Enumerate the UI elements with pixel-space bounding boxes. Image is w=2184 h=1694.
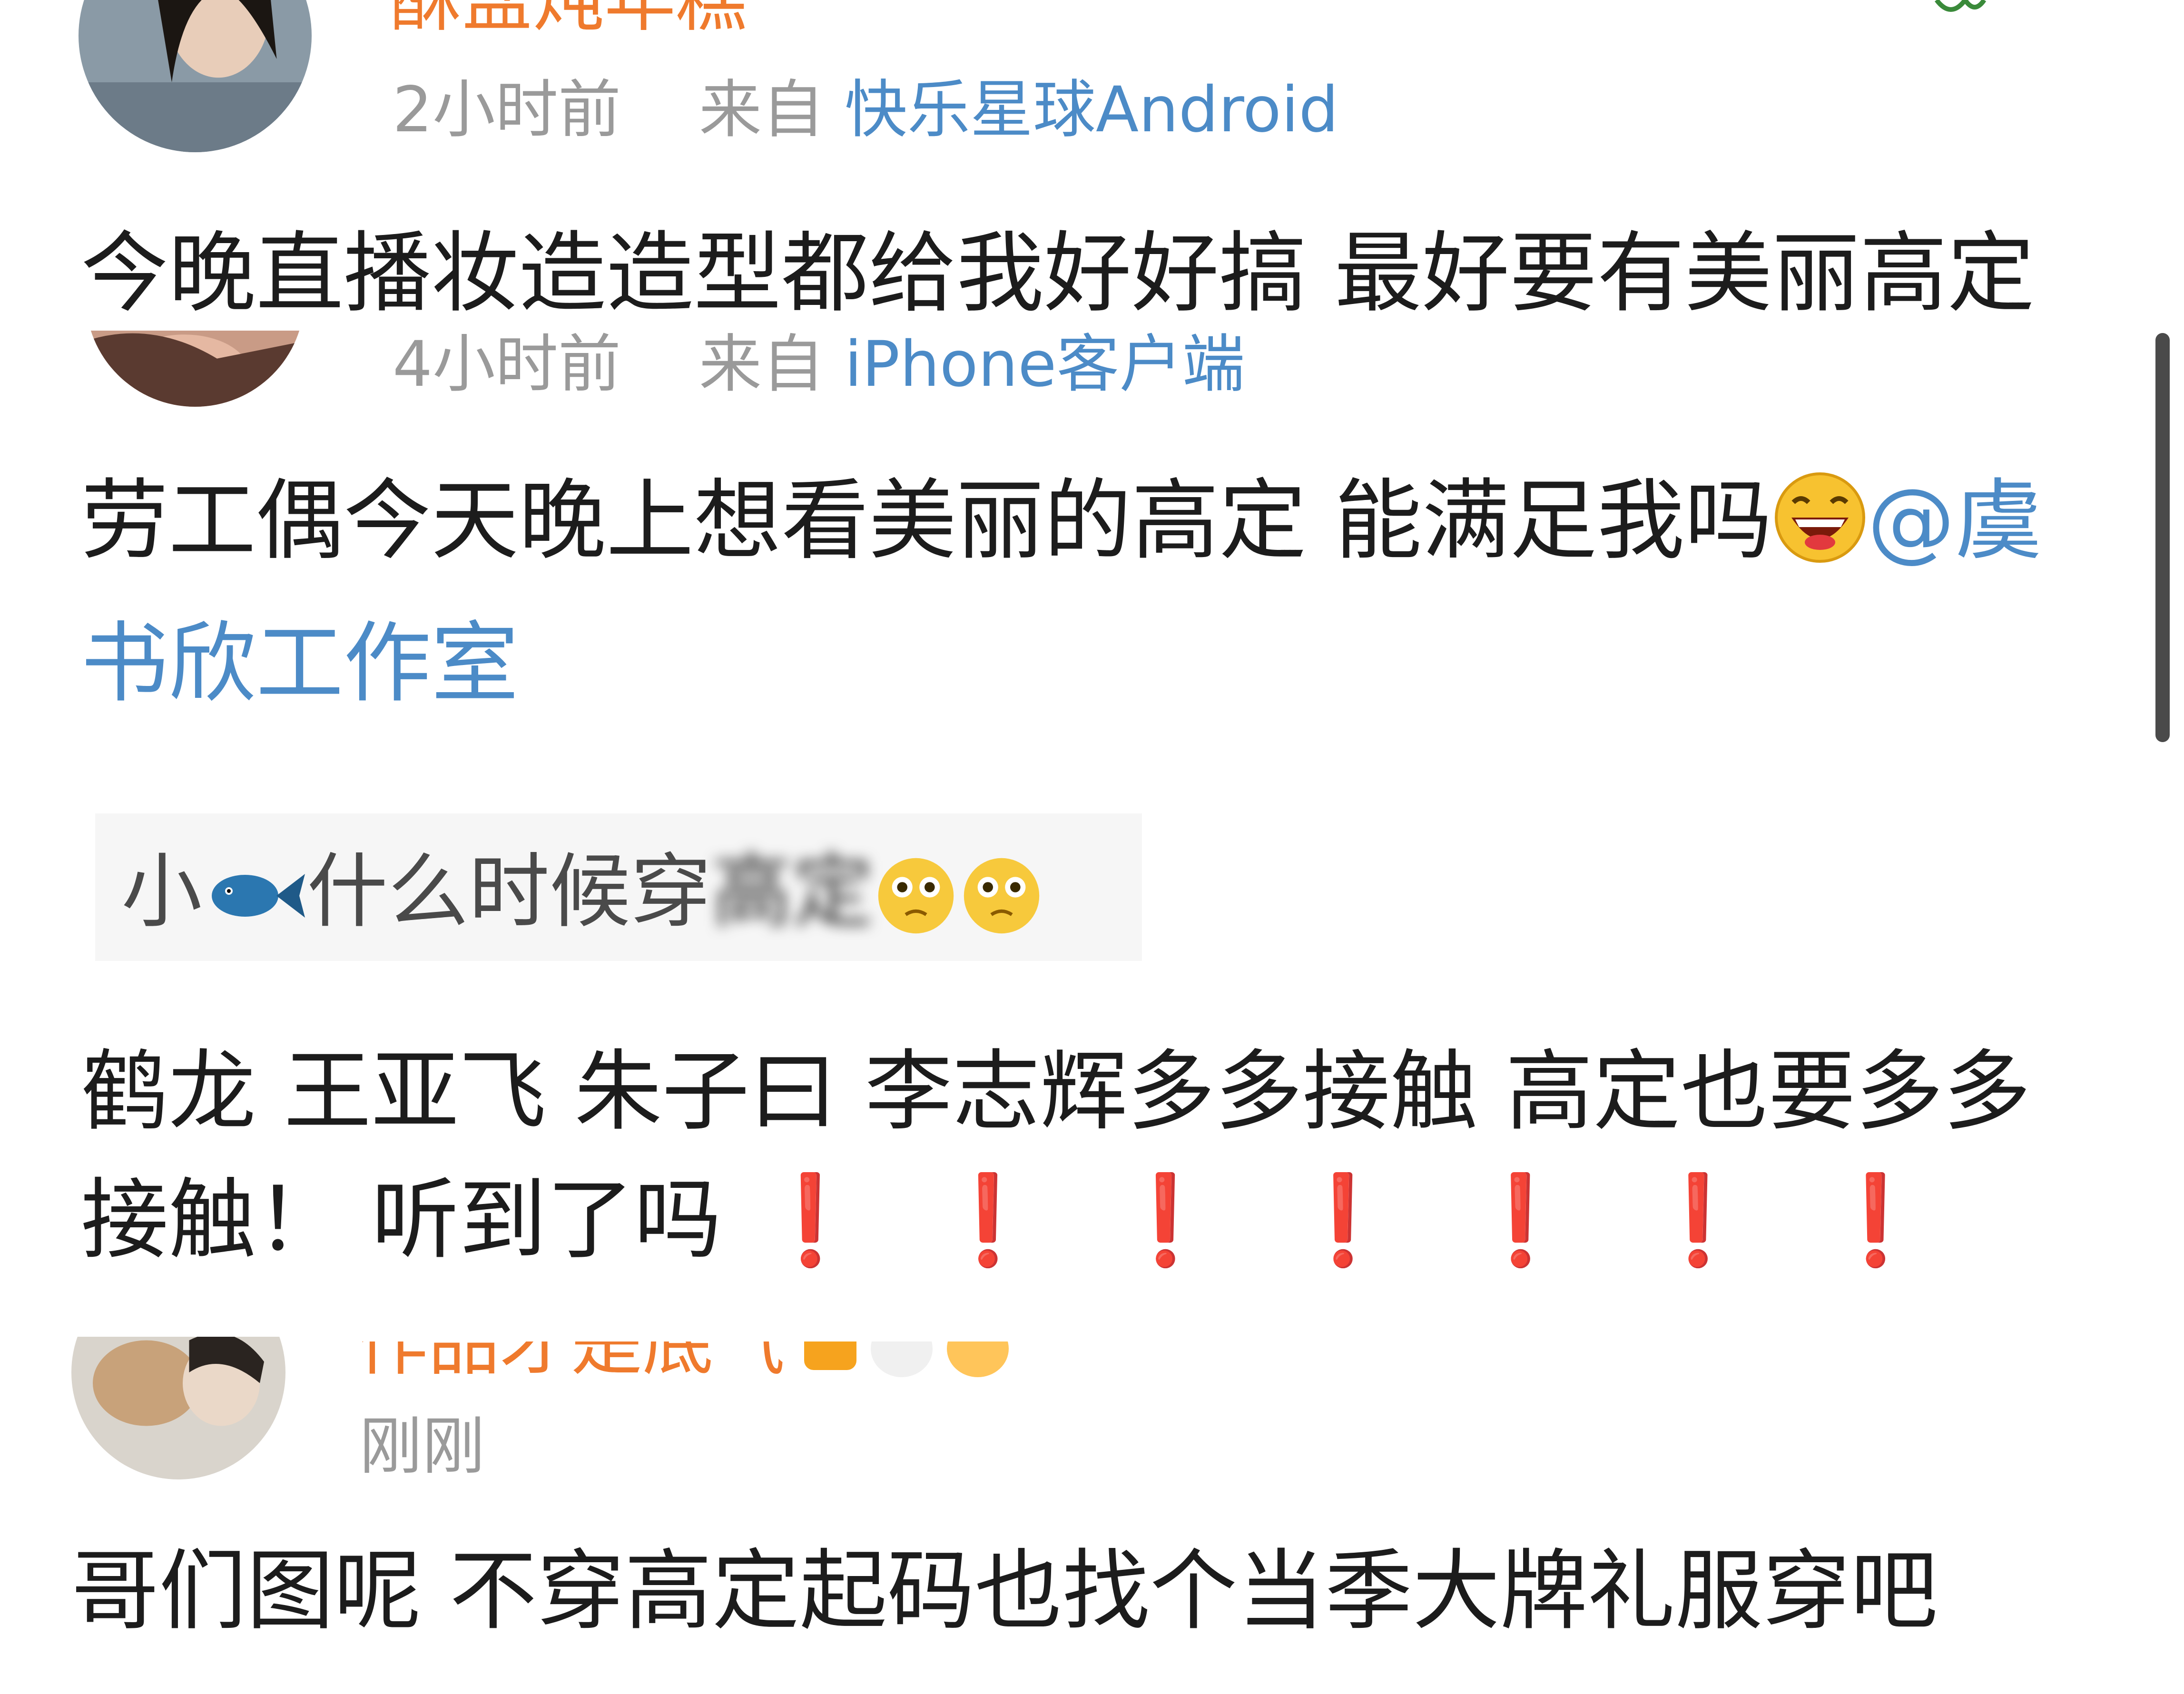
red-exclamation-icon: ❗	[1111, 1169, 1220, 1271]
scrollbar[interactable]	[2155, 333, 2170, 742]
username-crop: 作品才是底气	[357, 1341, 1118, 1380]
source-prefix: 来自	[698, 328, 825, 401]
avatar-photo	[71, 1337, 285, 1479]
source-link[interactable]: 快乐星球Android	[845, 73, 1338, 147]
reaction-leaf-icon[interactable]	[1932, 0, 1989, 19]
avatar[interactable]	[71, 1337, 285, 1479]
mention-link[interactable]: @虞	[1868, 470, 2043, 572]
red-exclamation-icon: ❗	[933, 1169, 1043, 1271]
comment-time: 4小时前	[393, 328, 621, 401]
comment-text: 鹤龙 王亚飞 朱子曰 李志辉多多接触 高定也要多多 接触！ 听到了吗 ❗ ❗ ❗ ❗ ❗ ❗…	[81, 1041, 2031, 1271]
red-exclamation-icon: ❗	[1643, 1169, 1753, 1271]
red-exclamation-icon: ❗	[1821, 1169, 1930, 1271]
comment-text: 哥们图呢 不穿高定起码也找个当季大牌礼服穿吧	[71, 1540, 1938, 1642]
mention-link-continued[interactable]: 书欣工作室	[81, 613, 519, 715]
source-link[interactable]: iPhone客户端	[845, 328, 1245, 401]
avatar[interactable]	[79, 0, 312, 152]
username[interactable]: 作品才是底气	[357, 1341, 1009, 1380]
panda-icon	[871, 1341, 933, 1377]
crown-badge-icon	[804, 1341, 857, 1370]
source-prefix: 来自	[698, 73, 825, 147]
pleading-emoji-icon	[873, 853, 959, 951]
laughing-emoji-icon	[1772, 470, 1868, 599]
comment-time: 2小时前	[393, 73, 621, 147]
red-exclamation-icon: ❗	[756, 1169, 865, 1271]
crown-badge-icon	[947, 1341, 1009, 1377]
username[interactable]: 酥盐炖年糕	[390, 0, 747, 36]
avatar-photo	[79, 0, 312, 152]
username-crop: 酥盐炖年糕	[390, 0, 1056, 36]
comment-text: 今晚直播妆造造型都给我好好搞 最好要有美丽高定	[81, 223, 2035, 324]
red-exclamation-icon: ❗	[1288, 1169, 1397, 1271]
comment-time: 刚刚	[359, 1410, 485, 1483]
comment-meta: 2小时前 来自 快乐星球Android	[393, 78, 1338, 141]
comment-meta: 刚刚	[359, 1415, 485, 1478]
fish-icon	[202, 861, 307, 942]
blurred-text: 高定	[711, 845, 874, 939]
red-exclamation-icon: ❗	[1466, 1169, 1575, 1271]
pleading-emoji-icon	[959, 853, 1044, 951]
image-text: 小什么时候穿高定	[121, 852, 1044, 951]
comment-text: 劳工偶今天晚上想看美丽的高定 能满足我吗 @虞 书欣工作室	[81, 470, 2043, 715]
comment-meta: 4小时前 来自 iPhone客户端	[393, 333, 1245, 396]
